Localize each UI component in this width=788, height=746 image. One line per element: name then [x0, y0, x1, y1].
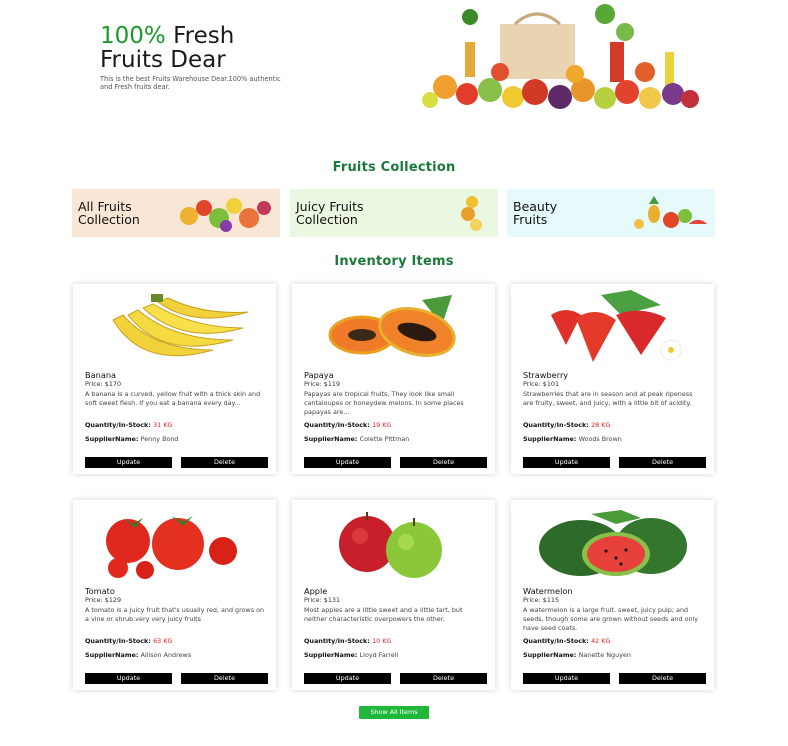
product-supplier: SupplierName: Allison Andrews	[85, 651, 192, 659]
category-label: All Fruits Collection	[78, 199, 140, 227]
product-quantity: Quantity/In-Stock: 31 KG	[85, 421, 173, 429]
product-card-papaya: Papaya Price: $119 Papayas are tropical …	[292, 284, 495, 474]
update-button[interactable]: Update	[85, 457, 172, 468]
product-card-strawberry: Strawberry Price: $101 Strawberries that…	[511, 284, 714, 474]
product-name: Tomato	[85, 586, 115, 596]
papaya-image	[328, 295, 456, 357]
update-button[interactable]: Update	[523, 457, 610, 468]
product-card-watermelon: Watermelon Price: $115 A watermelon is a…	[511, 500, 714, 690]
product-supplier: SupplierName: Lloyd Farrell	[304, 651, 399, 659]
watermelon-image	[539, 510, 687, 576]
product-name: Banana	[85, 370, 117, 380]
product-quantity: Quantity/In-Stock: 10 KG	[304, 637, 392, 645]
update-button[interactable]: Update	[304, 673, 391, 684]
product-description: A tomato is a juicy fruit that's usually…	[85, 606, 265, 623]
apple-image	[339, 512, 442, 578]
hero-title: 100% Fresh Fruits Dear	[100, 24, 234, 72]
category-beauty-fruits[interactable]: Beauty Fruits	[507, 189, 715, 237]
category-label: Beauty Fruits	[513, 199, 558, 227]
product-name: Watermelon	[523, 586, 573, 596]
hero-title-rest: Fresh	[165, 23, 235, 49]
product-price: Price: $129	[85, 596, 122, 604]
product-card-banana: Banana Price: $170 A banana is a curved,…	[73, 284, 276, 474]
update-button[interactable]: Update	[523, 673, 610, 684]
hero-banner: 100% Fresh Fruits Dear This is the best …	[0, 0, 788, 130]
product-price: Price: $115	[523, 596, 560, 604]
product-quantity: Quantity/In-Stock: 28 KG	[523, 421, 611, 429]
product-card-apple: Apple Price: $131 Most apples are a litt…	[292, 500, 495, 690]
delete-button[interactable]: Delete	[619, 673, 706, 684]
product-quantity: Quantity/In-Stock: 19 KG	[304, 421, 392, 429]
category-all-fruits[interactable]: All Fruits Collection	[72, 189, 280, 237]
inventory-title: Inventory Items	[334, 254, 454, 269]
banana-image	[112, 294, 249, 357]
product-quantity: Quantity/In-Stock: 63 KG	[85, 637, 173, 645]
fruits-collection-title: Fruits Collection	[332, 160, 456, 175]
product-name: Apple	[304, 586, 328, 596]
hero-title-line2: Fruits Dear	[100, 47, 226, 73]
category-juicy-fruits[interactable]: Juicy Fruits Collection	[290, 189, 498, 237]
delete-button[interactable]: Delete	[181, 457, 268, 468]
beauty-fruits-image	[634, 196, 707, 229]
delete-button[interactable]: Delete	[181, 673, 268, 684]
product-supplier: SupplierName: Penny Bond	[85, 435, 179, 443]
hero-description: This is the best Fruits Warehouse Dear.1…	[100, 75, 281, 91]
product-price: Price: $170	[85, 380, 122, 388]
mixed-fruits-image	[180, 198, 271, 232]
product-description: A banana is a curved, yellow fruit with …	[85, 390, 261, 407]
show-all-items-button[interactable]: Show All Items	[359, 706, 429, 719]
product-price: Price: $101	[523, 380, 560, 388]
hero-title-accent: 100%	[100, 23, 166, 49]
fruit-basket-image	[422, 4, 699, 109]
delete-button[interactable]: Delete	[400, 673, 487, 684]
category-label: Juicy Fruits Collection	[296, 199, 364, 227]
product-price: Price: $131	[304, 596, 341, 604]
product-description: Papayas are tropical fruits. They look l…	[304, 390, 464, 416]
product-quantity: Quantity/In-Stock: 42 KG	[523, 637, 611, 645]
product-supplier: SupplierName: Nanette Nguyen	[523, 651, 631, 659]
product-card-tomato: Tomato Price: $129 A tomato is a juicy f…	[73, 500, 276, 690]
product-supplier: SupplierName: Woods Brown	[523, 435, 622, 443]
delete-button[interactable]: Delete	[400, 457, 487, 468]
update-button[interactable]: Update	[304, 457, 391, 468]
product-name: Strawberry	[523, 370, 569, 380]
delete-button[interactable]: Delete	[619, 457, 706, 468]
product-supplier: SupplierName: Colette Pittman	[304, 435, 410, 443]
strawberry-image	[551, 290, 682, 362]
product-description: A watermelon is a large fruit. sweet, ju…	[523, 606, 699, 632]
product-name: Papaya	[304, 370, 334, 380]
juicy-fruits-image	[461, 196, 482, 231]
product-description: Strawberries that are in season and at p…	[523, 390, 693, 407]
product-description: Most apples are a little sweet and a lit…	[304, 606, 463, 623]
product-price: Price: $119	[304, 380, 341, 388]
tomato-image	[106, 516, 237, 579]
update-button[interactable]: Update	[85, 673, 172, 684]
